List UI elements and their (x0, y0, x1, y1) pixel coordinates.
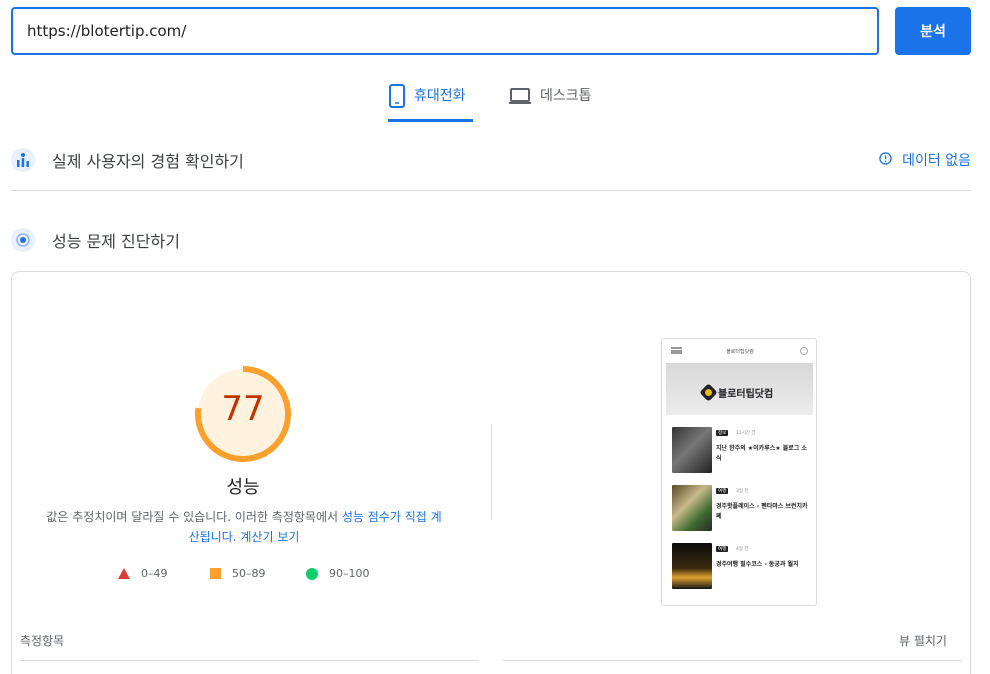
performance-note-text: 값은 추정치이며 달라질 수 있습니다. 이러한 측정항목에서 (46, 510, 342, 524)
section-divider (11, 190, 971, 191)
triangle-icon (118, 568, 130, 579)
expand-view-button[interactable]: 뷰 펼치기 (899, 632, 947, 649)
menu-icon (671, 347, 682, 354)
tab-desktop-label: 데스크톱 (540, 88, 592, 104)
no-data-link[interactable]: 데이터 없음 (879, 150, 971, 170)
performance-note: 값은 추정치이며 달라질 수 있습니다. 이러한 측정항목에서 성능 점수가 직… (44, 507, 444, 547)
legend-fail-label: 0–49 (141, 567, 168, 580)
diagnostics-section: 성능 문제 진단하기 (11, 224, 971, 256)
calculator-link[interactable]: 계산기 보기 (240, 530, 299, 544)
preview-post: 여행 4일 전 경주여행 필수코스 - 동궁과 월지 (672, 543, 812, 591)
users-chart-icon (11, 148, 35, 172)
post-time: 11시간 전 (736, 431, 756, 436)
phone-icon (388, 84, 406, 108)
tab-mobile-label: 휴대전화 (414, 88, 466, 104)
performance-score: 77 (221, 389, 265, 429)
url-input[interactable] (11, 7, 879, 55)
field-data-section: 실제 사용자의 경험 확인하기 데이터 없음 (11, 144, 971, 176)
metrics-divider (503, 660, 962, 661)
post-tag: 여행 (716, 546, 729, 552)
performance-label: 성능 (226, 477, 260, 498)
no-data-label: 데이터 없음 (902, 153, 971, 169)
search-icon (800, 347, 808, 355)
metrics-label: 측정항목 (20, 634, 65, 648)
post-tag: 정보 (716, 430, 729, 436)
legend-average-label: 50–89 (232, 567, 266, 580)
legend-pass-label: 90–100 (329, 567, 370, 580)
preview-site-title: 블로터팁닷컴 (726, 349, 754, 355)
post-title: 경주핫플레이스 - 펜타마스 브런치카페 (716, 503, 808, 520)
post-tag: 여행 (716, 488, 729, 494)
field-data-title: 실제 사용자의 경험 확인하기 (52, 152, 244, 171)
tab-desktop[interactable]: 데스크톱 (508, 84, 608, 122)
tab-mobile[interactable]: 휴대전화 (388, 84, 473, 122)
square-icon (210, 568, 221, 579)
logo-icon (699, 383, 718, 402)
preview-banner: 블로터팁닷컴 (666, 363, 813, 415)
page-screenshot: 블로터팁닷컴 블로터팁닷컴 정보 11시간 전 지난 한주의 ★이카루스★ 블로… (661, 338, 817, 606)
post-thumbnail (672, 485, 712, 531)
preview-logo: 블로터팁닷컴 (699, 383, 774, 402)
post-title: 지난 한주의 ★이카루스★ 블로그 소식 (716, 445, 807, 462)
post-time: 4일 전 (736, 547, 749, 552)
preview-post: 정보 11시간 전 지난 한주의 ★이카루스★ 블로그 소식 (672, 427, 812, 475)
legend-pass: 90–100 (306, 567, 370, 580)
preview-post: 여행 3일 전 경주핫플레이스 - 펜타마스 브런치카페 (672, 485, 812, 533)
legend-average: 50–89 (210, 567, 266, 580)
circle-icon (306, 567, 318, 580)
vertical-divider (491, 424, 492, 520)
post-time: 3일 전 (736, 489, 749, 494)
preview-header: 블로터팁닷컴 (662, 339, 816, 363)
lighthouse-icon (11, 228, 35, 252)
post-thumbnail (672, 427, 712, 473)
metrics-divider (20, 660, 479, 661)
preview-logo-text: 블로터팁닷컴 (718, 389, 774, 400)
laptop-icon (508, 84, 532, 108)
info-icon (879, 151, 892, 169)
legend-fail: 0–49 (118, 567, 168, 580)
diagnostics-title: 성능 문제 진단하기 (52, 232, 180, 251)
post-title: 경주여행 필수코스 - 동궁과 월지 (716, 561, 799, 568)
analyze-button[interactable]: 분석 (895, 7, 971, 55)
post-thumbnail (672, 543, 712, 589)
